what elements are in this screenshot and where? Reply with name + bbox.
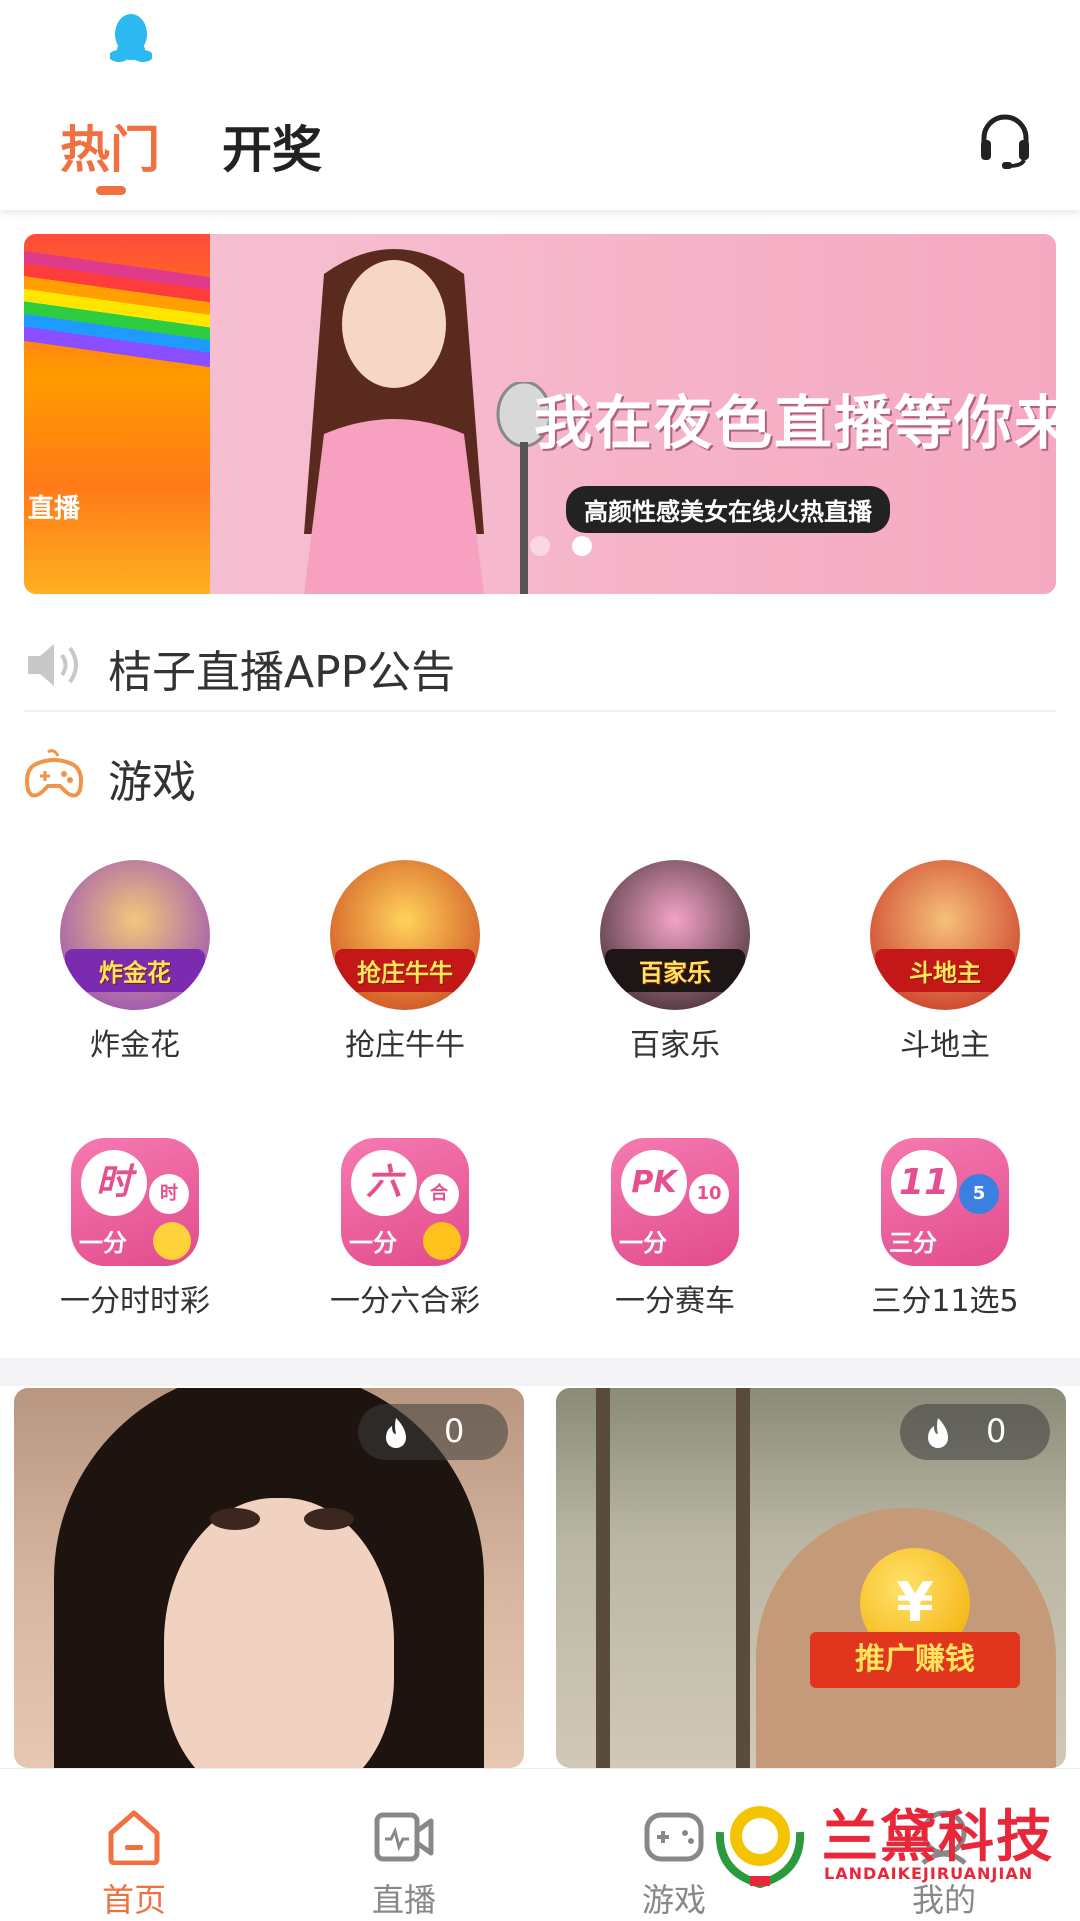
game-label: 斗地主 [900, 1028, 990, 1063]
lotto-small-text: 时 [149, 1174, 189, 1214]
nav-live[interactable]: 直播 [314, 1769, 494, 1921]
game-badge-text: 炸金花 [65, 949, 205, 992]
banner-title: 我在夜色直播等你来 [534, 389, 1056, 457]
game-badge-text: 斗地主 [875, 949, 1015, 992]
coins-icon [423, 1222, 461, 1260]
lotto-ball-text: 六 [351, 1150, 417, 1216]
thumbnail-detail [304, 1508, 354, 1530]
heat-badge: 0 [358, 1404, 508, 1460]
thumbnail-detail [736, 1388, 750, 1768]
game-baijiale[interactable]: 百家乐 百家乐 [555, 860, 795, 1064]
game-sanfen-11xuan5[interactable]: 11 5 三分 三分11选5 [825, 1138, 1065, 1320]
game-label: 三分11选5 [871, 1284, 1019, 1319]
watermark-logo-icon [715, 1806, 805, 1889]
heat-count: 0 [444, 1412, 465, 1450]
top-tab-bar: 热门 开奖 [0, 82, 1080, 210]
lotto-tag-text: 一分 [79, 1229, 127, 1257]
saiche-icon: PK 10 一分 [611, 1138, 739, 1266]
lotto-ball-text: PK [621, 1150, 687, 1216]
section-divider [0, 1358, 1080, 1386]
speaker-icon [28, 644, 78, 686]
tab-hot[interactable]: 热门 [60, 110, 160, 182]
liuhecai-icon: 六 合 一分 [341, 1138, 469, 1266]
home-icon [108, 1810, 160, 1866]
lotto-ball-text: 11 [891, 1150, 957, 1216]
niuniu-icon: 抢庄牛牛 [330, 860, 480, 1010]
thumbnail-detail [210, 1508, 260, 1530]
streamer-face [164, 1498, 394, 1768]
lotto-small-text: 合 [419, 1174, 459, 1214]
banner-dot[interactable] [530, 536, 550, 556]
game-badge-text: 抢庄牛牛 [335, 949, 475, 992]
banner-left-text: 直播 [28, 494, 81, 524]
banner-dot-active[interactable] [572, 536, 592, 556]
game-label: 抢庄牛牛 [345, 1028, 465, 1063]
game-label: 百家乐 [630, 1028, 720, 1063]
lotto-tag-text: 三分 [889, 1229, 937, 1257]
nav-live-label: 直播 [371, 1881, 436, 1919]
promo-banner[interactable]: 直播 我在夜色直播等你来 高颜性感美女在线火热直播 [24, 234, 1056, 594]
headset-icon[interactable] [978, 114, 1032, 170]
11xuan5-icon: 11 5 三分 [881, 1138, 1009, 1266]
status-bar [0, 0, 1080, 82]
banner-subtitle: 高颜性感美女在线火热直播 [566, 486, 890, 533]
flame-icon [928, 1418, 948, 1448]
lotto-tag-text: 一分 [349, 1229, 397, 1257]
gamepad-icon [644, 1812, 704, 1862]
rainbow-graphic [24, 250, 210, 368]
banner-pagination [530, 536, 614, 560]
nav-home[interactable]: 首页 [44, 1769, 224, 1921]
qq-penguin-icon [110, 14, 152, 62]
announcement-text: 桔子直播APP公告 [108, 647, 456, 698]
baijiale-icon: 百家乐 [600, 860, 750, 1010]
lotto-small-text: 5 [959, 1174, 999, 1214]
lotto-tag-text: 一分 [619, 1229, 667, 1257]
game-label: 一分时时彩 [60, 1284, 210, 1319]
clock-icon [153, 1222, 191, 1260]
thumbnail-detail [596, 1388, 610, 1768]
banner-host-image [304, 249, 484, 594]
promote-earn-button[interactable]: ¥ 推广赚钱 [810, 1548, 1020, 1718]
gamepad-icon [25, 749, 83, 798]
announcement-bar[interactable]: 桔子直播APP公告 [24, 630, 1056, 712]
active-tab-indicator [96, 186, 126, 195]
promote-earn-label: 推广赚钱 [810, 1632, 1020, 1688]
watermark: 兰黛科技 LANDAIKEJIRUANJIAN [710, 1792, 1052, 1902]
heat-count: 0 [986, 1412, 1007, 1450]
live-room-card[interactable]: 0 [14, 1388, 524, 1768]
game-label: 一分赛车 [615, 1284, 735, 1319]
game-yifen-shishicai[interactable]: 时 时 一分 一分时时彩 [15, 1138, 255, 1320]
zhajinhua-icon: 炸金花 [60, 860, 210, 1010]
heat-badge: 0 [900, 1404, 1050, 1460]
nav-home-label: 首页 [101, 1881, 166, 1919]
lotto-small-text: 10 [689, 1174, 729, 1214]
game-yifen-saiche[interactable]: PK 10 一分 一分赛车 [555, 1138, 795, 1320]
lotto-ball-text: 时 [81, 1150, 147, 1216]
game-yifen-liuhecai[interactable]: 六 合 一分 一分六合彩 [285, 1138, 525, 1320]
tab-lottery[interactable]: 开奖 [222, 110, 322, 182]
doudizhu-icon: 斗地主 [870, 860, 1020, 1010]
game-label: 炸金花 [90, 1028, 180, 1063]
games-section-header: 游戏 [24, 742, 1056, 812]
banner-prev-slide: 直播 [24, 234, 210, 594]
watermark-text: 兰黛科技 [822, 1805, 1054, 1870]
video-icon [374, 1812, 434, 1862]
game-doudizhu[interactable]: 斗地主 斗地主 [825, 860, 1065, 1064]
watermark-subtext: LANDAIKEJIRUANJIAN [824, 1864, 1034, 1883]
games-section-title: 游戏 [108, 757, 196, 808]
game-badge-text: 百家乐 [605, 949, 745, 992]
flame-icon [386, 1418, 406, 1448]
game-qiangzhuang-niuniu[interactable]: 抢庄牛牛 抢庄牛牛 [285, 860, 525, 1064]
game-zhajinhua[interactable]: 炸金花 炸金花 [15, 860, 255, 1064]
shishicai-icon: 时 时 一分 [71, 1138, 199, 1266]
game-label: 一分六合彩 [330, 1284, 480, 1319]
